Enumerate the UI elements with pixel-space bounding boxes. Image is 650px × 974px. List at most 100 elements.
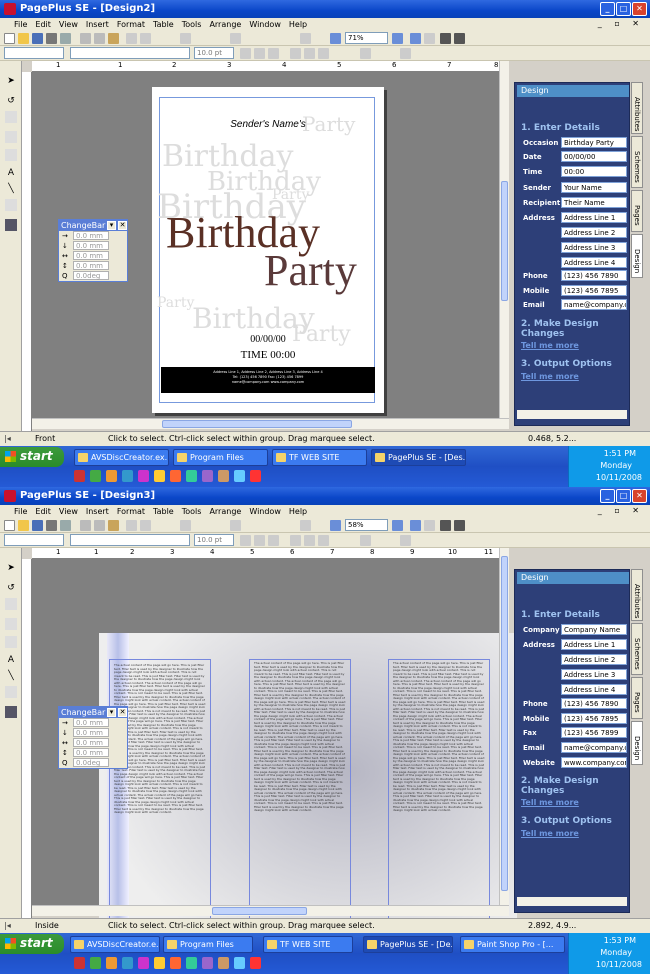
font-size-select[interactable]: 10.0 pt	[194, 47, 234, 59]
start-button[interactable]: start	[0, 447, 64, 467]
view-icon[interactable]	[440, 520, 451, 531]
clock-time[interactable]: 1:53 PM	[604, 936, 636, 945]
pan-icon[interactable]	[424, 33, 435, 44]
bold-icon[interactable]	[240, 48, 251, 59]
quicklaunch-icon[interactable]	[138, 957, 149, 969]
panel-scrollbar[interactable]	[517, 410, 627, 419]
changebar-row[interactable]: ↓ 0.0 mm	[59, 241, 127, 251]
zoom-out-icon[interactable]	[330, 33, 341, 44]
quicklaunch-icon[interactable]	[234, 957, 245, 969]
menu-edit[interactable]: Edit	[31, 505, 55, 518]
vertical-ruler[interactable]	[22, 72, 32, 432]
recipient-field[interactable]: Their Name	[561, 197, 627, 208]
line-tool-icon[interactable]: ╲	[5, 183, 17, 195]
changebar-width-field[interactable]: 0.0 mm	[73, 738, 109, 747]
frame-tool-icon[interactable]	[5, 636, 17, 648]
changebar-row[interactable]: Q 0.0deg	[59, 758, 127, 768]
text-tool-icon[interactable]: A	[5, 167, 17, 179]
zoom-out-icon[interactable]	[330, 520, 341, 531]
sender-name[interactable]: Sender's Name's	[152, 119, 384, 130]
menu-tools[interactable]: Tools	[178, 505, 206, 518]
font-select[interactable]	[70, 47, 190, 59]
changebar-panel[interactable]: ChangeBar ▾ ✕ → 0.0 mm ↓ 0.0 mm ↔ 0.0 mm ↕ 0…	[58, 706, 128, 769]
pan-icon[interactable]	[424, 520, 435, 531]
underline-icon[interactable]	[268, 48, 279, 59]
quicklaunch-icon[interactable]	[90, 957, 101, 969]
task-paint-shop-pro[interactable]: Paint Shop Pro - [...	[460, 936, 565, 953]
tell-me-more-link[interactable]: Tell me more	[521, 829, 579, 838]
cut-icon[interactable]	[80, 33, 91, 44]
zoom-select[interactable]: 58%	[345, 519, 388, 531]
email-field[interactable]: name@company.com	[561, 742, 627, 753]
changebar-height-field[interactable]: 0.0 mm	[73, 748, 109, 757]
menu-insert[interactable]: Insert	[82, 505, 113, 518]
changebar-width-field[interactable]: 0.0 mm	[73, 251, 109, 260]
text-tool-icon[interactable]: A	[5, 654, 17, 666]
scroll-thumb[interactable]	[501, 181, 508, 301]
indent-icon[interactable]	[400, 535, 411, 546]
redo-icon[interactable]	[140, 33, 151, 44]
print-icon[interactable]	[46, 33, 57, 44]
quicklaunch-icon[interactable]	[90, 470, 101, 482]
quicklaunch-icon[interactable]	[250, 957, 261, 969]
menu-window[interactable]: Window	[245, 18, 285, 31]
task-pageplus[interactable]: PagePlus SE - [Des...	[371, 449, 466, 466]
quicklaunch-icon[interactable]	[154, 957, 165, 969]
close-button[interactable]: ✕	[632, 2, 647, 16]
frame-tool-icon[interactable]	[5, 149, 17, 161]
bold-icon[interactable]	[240, 535, 251, 546]
quicklaunch-icon[interactable]	[234, 470, 245, 482]
tab-schemes[interactable]: Schemes	[631, 623, 643, 675]
menu-tools[interactable]: Tools	[178, 18, 206, 31]
scroll-thumb[interactable]	[212, 907, 307, 915]
time-field[interactable]: 00:00	[561, 166, 627, 177]
align-left-icon[interactable]	[290, 535, 301, 546]
website-field[interactable]: www.company.com	[561, 757, 627, 768]
tab-design[interactable]: Design	[631, 234, 643, 278]
quicklaunch-icon[interactable]	[106, 957, 117, 969]
align-center-icon[interactable]	[304, 48, 315, 59]
menu-arrange[interactable]: Arrange	[205, 505, 245, 518]
horizontal-scrollbar[interactable]	[32, 905, 509, 916]
mobile-field[interactable]: (123) 456 7895	[561, 713, 627, 724]
tab-attributes[interactable]: Attributes	[631, 82, 643, 134]
maximize-button[interactable]: □	[616, 489, 631, 503]
crop-tool-icon[interactable]	[5, 598, 17, 610]
changebar-x-field[interactable]: 0.0 mm	[73, 231, 109, 240]
menu-arrange[interactable]: Arrange	[205, 18, 245, 31]
email-field[interactable]: name@company.com	[561, 299, 627, 310]
rotate-tool-icon[interactable]: ↺	[5, 95, 17, 107]
menu-format[interactable]: Format	[113, 505, 149, 518]
menu-view[interactable]: View	[55, 505, 82, 518]
app-icon[interactable]	[4, 490, 16, 502]
frame-icon[interactable]	[300, 33, 311, 44]
changebar-row[interactable]: ↕ 0.0 mm	[59, 748, 127, 758]
quicklaunch-icon[interactable]	[218, 957, 229, 969]
menu-insert[interactable]: Insert	[82, 18, 113, 31]
clock-time[interactable]: 1:51 PM	[604, 449, 636, 458]
undo-icon[interactable]	[126, 520, 137, 531]
changebar-row[interactable]: → 0.0 mm	[59, 718, 127, 728]
mdi-controls[interactable]: _ ▫ ✕	[598, 506, 644, 515]
print-preview-icon[interactable]	[60, 520, 71, 531]
changebar-row[interactable]: → 0.0 mm	[59, 231, 127, 241]
horizontal-ruler[interactable]: 1 1 2 3 4 5 6 7 8	[32, 61, 507, 72]
quicklaunch-icon[interactable]	[74, 957, 85, 969]
changebar-menu-icon[interactable]: ▾	[107, 221, 116, 230]
footer-bar[interactable]: Address Line 1, Address Line 2, Address …	[161, 367, 375, 393]
save-icon[interactable]	[32, 33, 43, 44]
quicklaunch-icon[interactable]	[154, 470, 165, 482]
group-icon[interactable]	[180, 520, 191, 531]
font-size-select[interactable]: 10.0 pt	[194, 534, 234, 546]
panel-scrollbar[interactable]	[517, 897, 627, 906]
quicklaunch-icon[interactable]	[170, 957, 181, 969]
task-program-files[interactable]: Program Files	[163, 936, 253, 953]
horizontal-scrollbar[interactable]	[32, 418, 509, 429]
menu-help[interactable]: Help	[285, 505, 311, 518]
changebar-close-icon[interactable]: ✕	[118, 221, 127, 230]
new-icon[interactable]	[4, 33, 15, 44]
zoom-tool-icon[interactable]	[410, 33, 421, 44]
crop-tool-icon[interactable]	[5, 111, 17, 123]
new-icon[interactable]	[4, 520, 15, 531]
task-tf-web-site[interactable]: TF WEB SITE	[272, 449, 367, 466]
